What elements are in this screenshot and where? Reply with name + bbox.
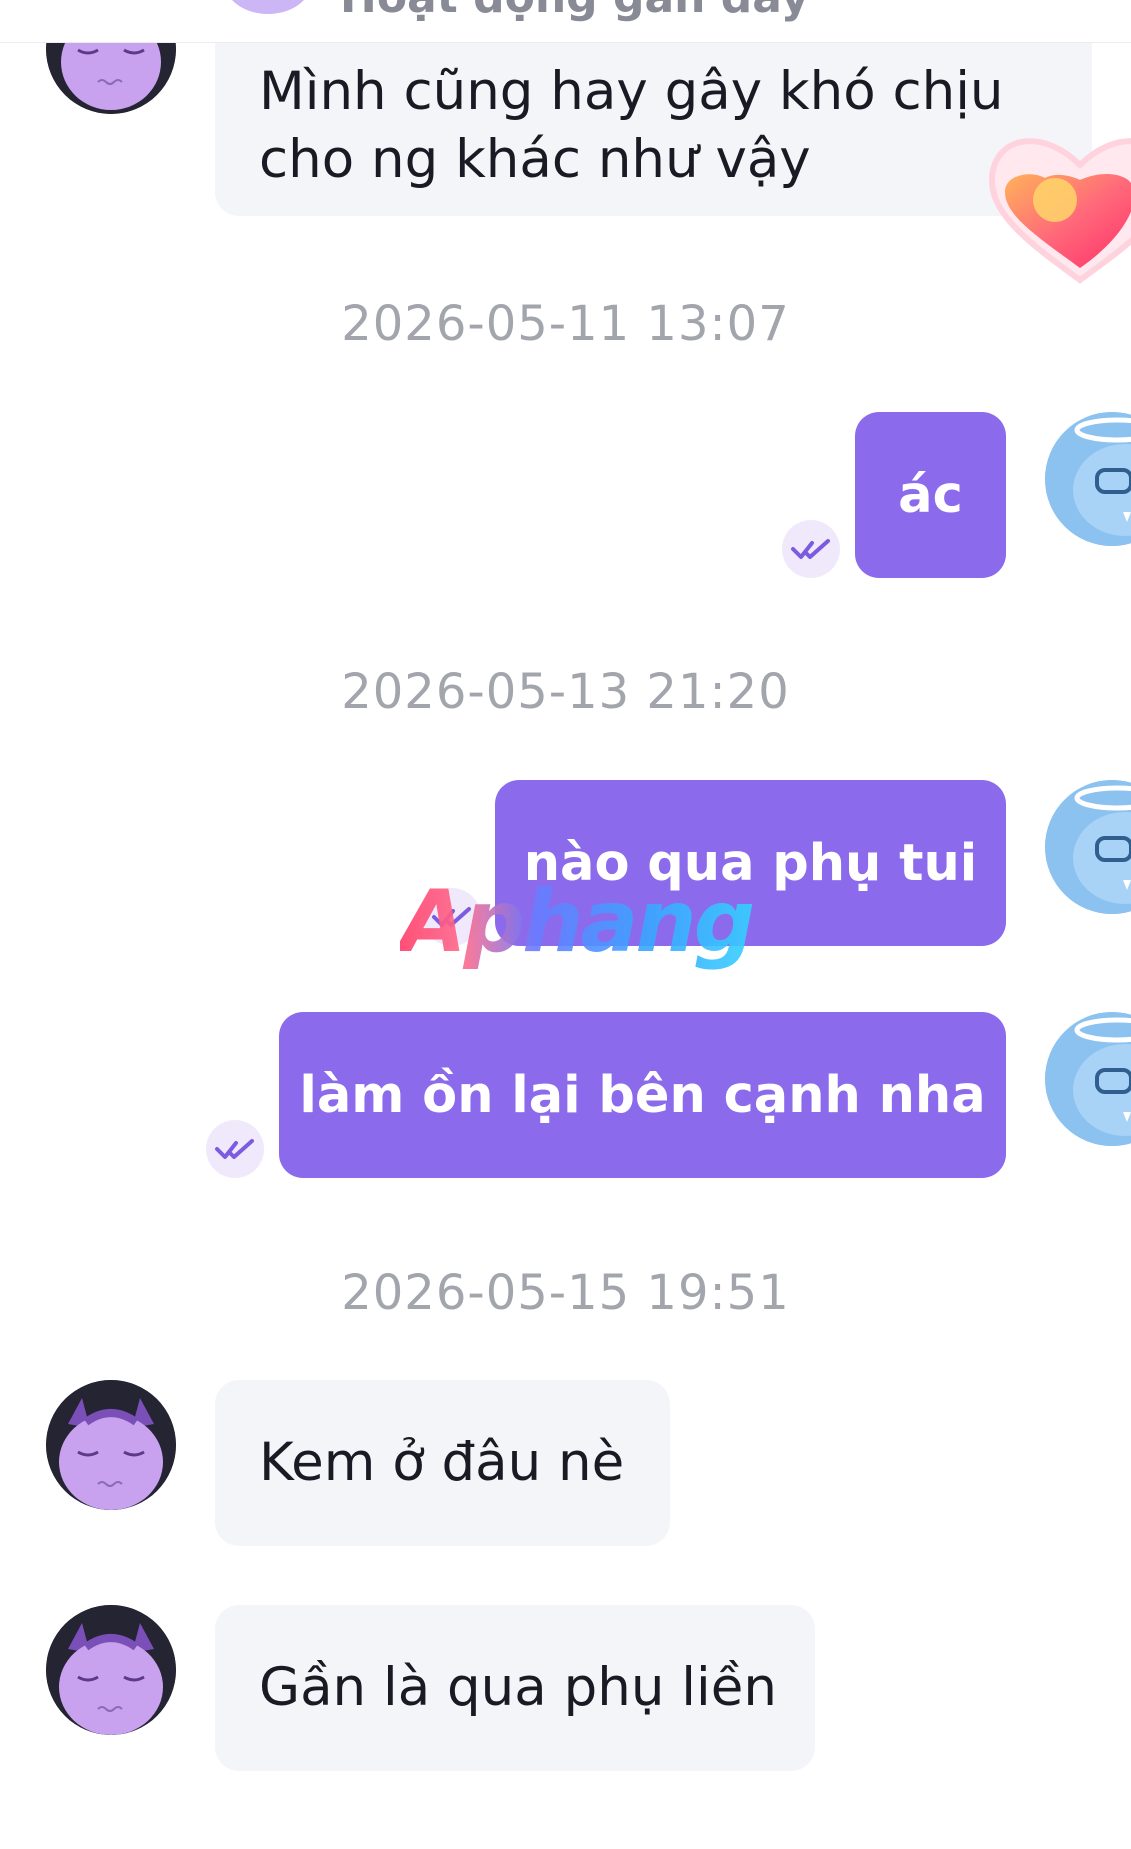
message-text-line: cho ng khác như vậy [259, 129, 811, 190]
contact-avatar[interactable] [225, 0, 311, 14]
wolf-avatar-icon: 2024 [1045, 780, 1131, 914]
self-avatar[interactable]: 2024 [1045, 780, 1131, 914]
contact-avatar[interactable] [46, 1605, 176, 1735]
message-text-line: Mình cũng hay gây khó chịu [259, 61, 1004, 122]
heart-icon[interactable] [985, 120, 1131, 300]
read-receipt [782, 520, 840, 578]
read-receipt [206, 1120, 264, 1178]
presence-status: Hoạt động gần đây [340, 0, 809, 23]
self-avatar[interactable]: 2024 [1045, 1012, 1131, 1146]
devil-avatar-icon [46, 1380, 176, 1510]
message-bubble-outgoing[interactable]: ác [855, 412, 1006, 578]
timestamp: 2026-05-15 19:51 [341, 1265, 790, 1321]
chat-header: Hoạt động gần đây [0, 0, 1131, 43]
watermark-logo: Aphang [400, 872, 755, 972]
message-bubble-incoming[interactable]: Gần là qua phụ liền [215, 1605, 815, 1771]
self-avatar[interactable]: 2024 [1045, 412, 1131, 546]
message-bubble-incoming[interactable]: Kem ở đâu nè [215, 1380, 670, 1546]
timestamp: 2026-05-11 13:07 [341, 296, 790, 352]
wolf-avatar-icon: 2024 [1045, 412, 1131, 546]
contact-avatar[interactable] [46, 1380, 176, 1510]
double-check-icon [215, 1139, 254, 1159]
message-bubble-outgoing[interactable]: làm ồn lại bên cạnh nha [279, 1012, 1006, 1178]
double-check-icon [791, 539, 830, 559]
timestamp: 2026-05-13 21:20 [341, 664, 790, 720]
wolf-avatar-icon: 2024 [1045, 1012, 1131, 1146]
devil-avatar-icon [46, 1605, 176, 1735]
